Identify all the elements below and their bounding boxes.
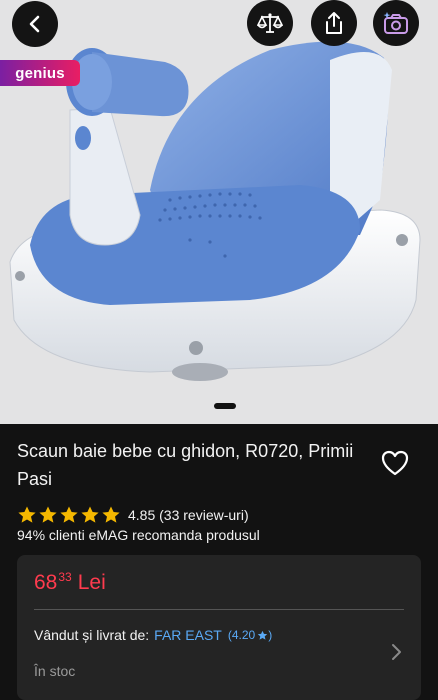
camera-sparkle-icon [383, 12, 408, 34]
star-icon [60, 506, 78, 523]
star-icon [102, 506, 120, 523]
star-icon [81, 506, 99, 523]
seller-score: (4.20 ) [227, 628, 273, 642]
seller-label: Vândut și livrat de: [34, 627, 150, 643]
seller-name-link[interactable]: FAR EAST [154, 627, 222, 643]
heart-icon[interactable] [380, 448, 410, 478]
chevron-right-icon[interactable] [390, 642, 404, 662]
stock-status: În stoc [34, 663, 76, 679]
seller-info[interactable]: Vândut și livrat de: FAR EAST (4.20 ) [34, 627, 272, 643]
genius-label: genius [15, 64, 65, 82]
chevron-left-icon [29, 15, 40, 33]
price-currency: Lei [77, 571, 106, 594]
product-title: Scaun baie bebe cu ghidon, R0720, Primii… [17, 441, 354, 489]
rating-row[interactable]: 4.85 (33 review-uri) [17, 505, 249, 525]
visual-search-button[interactable] [373, 0, 419, 46]
scale-icon [257, 13, 283, 33]
price-cents: 33 [58, 570, 72, 584]
offer-card[interactable]: 68 33 Lei Vândut și livrat de: FAR EAST (4… [17, 555, 421, 700]
star-icon [257, 630, 268, 640]
compare-button[interactable] [247, 0, 293, 46]
star-icon [39, 506, 57, 523]
star-icon [18, 506, 36, 523]
share-icon [326, 12, 342, 34]
genius-badge: genius [0, 60, 80, 86]
carousel-indicator[interactable] [214, 403, 236, 409]
rating-summary[interactable]: 4.85 (33 review-uri) [128, 507, 249, 523]
recommendation-text: 94% clienti eMAG recomanda produsul [17, 527, 260, 543]
seller-score-value: (4.20 [227, 628, 256, 642]
price-integer: 68 [34, 571, 58, 594]
back-button[interactable] [12, 1, 58, 47]
rating-stars [17, 505, 121, 525]
product-gallery[interactable]: genius [0, 0, 438, 424]
price: 68 33 Lei [34, 570, 106, 595]
share-button[interactable] [311, 0, 357, 46]
divider [34, 609, 404, 610]
